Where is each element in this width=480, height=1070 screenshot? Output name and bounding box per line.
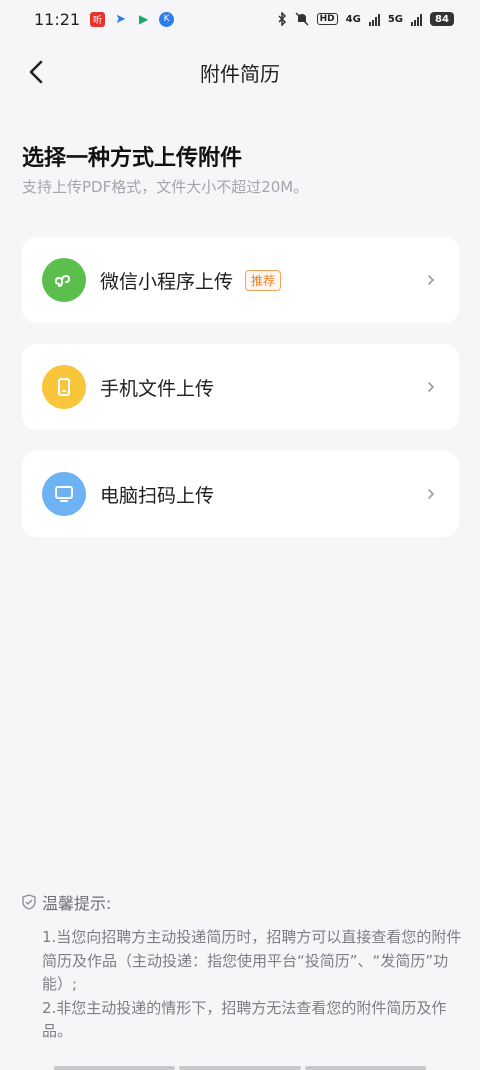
header: 附件简历 [0,50,480,94]
back-button[interactable] [22,58,50,86]
chevron-right-icon [427,488,439,500]
recommend-badge: 推荐 [245,269,282,291]
page-title: 附件简历 [200,61,280,86]
upload-subheading: 支持上传PDF格式，文件大小不超过20M。 [22,178,309,196]
tip-item: 1.当您向招聘方主动投递简历时，招聘方可以直接查看您的附件简历及作品（主动投递：… [42,928,462,993]
chevron-right-icon [427,274,439,286]
status-left: 11:21 听 ➤ ▶ K [34,9,175,29]
tips-section: 温馨提示: 1.当您向招聘方主动投递简历时，招聘方可以直接查看您的附件简历及作品… [22,890,462,1044]
status-bar: 11:21 听 ➤ ▶ K HD 4G 5G 84 [0,0,480,38]
tip-item: 2.非您主动投递的情形下，招聘方无法查看您的附件简历及作品。 [42,998,447,1041]
computer-icon [42,472,86,516]
status-time: 11:21 [34,9,81,29]
play-app-icon: ▶ [138,12,149,26]
signal-icon [368,13,380,26]
status-right: HD 4G 5G 84 [277,12,454,26]
bluetooth-icon [278,12,286,26]
shield-check-icon [22,894,36,910]
mute-icon [295,12,309,26]
tips-body: 1.当您向招聘方主动投递简历时，招聘方可以直接查看您的附件简历及作品（主动投递：… [22,926,462,1044]
k-app-icon: K [159,11,175,27]
hd-badge: HD [316,13,338,25]
option-label: 微信小程序上传 [100,270,234,293]
chevron-right-icon [427,381,439,393]
send-app-icon: ➤ [115,11,127,27]
tips-title: 温馨提示: [42,894,112,913]
bottom-indicator [54,1066,426,1070]
upload-heading: 选择一种方式上传附件 [22,146,243,171]
signal-icon-2 [411,13,422,26]
mini-program-icon [42,258,86,302]
tips-title-row: 温馨提示: [22,890,462,914]
option-label: 手机文件上传 [100,377,215,400]
computer-scan-upload-option[interactable]: 电脑扫码上传 [22,451,459,537]
network-4g-label: 4G [345,13,361,25]
wechat-mini-program-upload-option[interactable]: 微信小程序上传 推荐 [22,237,459,323]
battery-icon: 84 [430,12,454,26]
phone-file-upload-option[interactable]: 手机文件上传 [22,344,459,430]
news-app-icon: 听 [90,11,106,27]
page: 11:21 听 ➤ ▶ K HD 4G 5G 84 附件简历 选择一种方式上传附… [0,0,480,1070]
option-label: 电脑扫码上传 [100,484,215,507]
back-arrow-icon [29,60,43,84]
network-5g-label: 5G [387,13,403,25]
phone-icon [42,365,86,409]
